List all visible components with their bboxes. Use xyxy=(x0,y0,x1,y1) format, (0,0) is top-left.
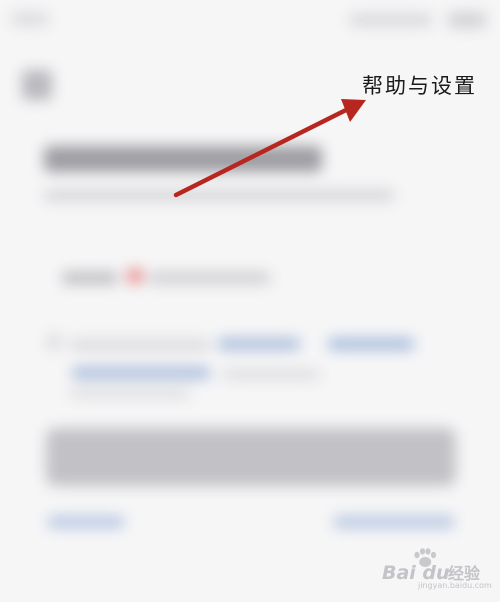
watermark-url: jingyan.baidu.com xyxy=(418,581,492,590)
watermark: Bai du 经验 jingyan.baidu.com xyxy=(382,548,494,590)
annotation-label: 帮助与设置 xyxy=(362,74,477,98)
arrow-shaft xyxy=(173,107,349,198)
